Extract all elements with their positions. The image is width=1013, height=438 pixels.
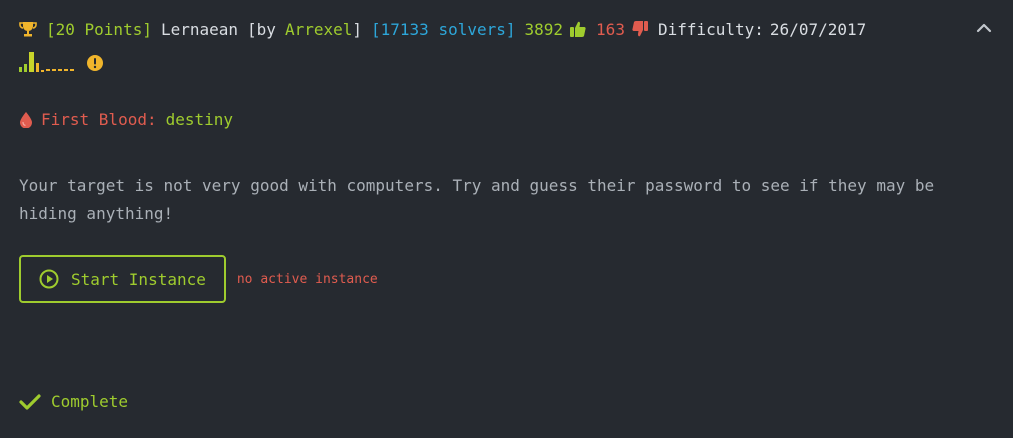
challenge-description: Your target is not very good with comput… bbox=[19, 176, 935, 223]
first-blood: First Blood: destiny bbox=[19, 110, 233, 129]
complete-label: Complete bbox=[51, 392, 129, 411]
difficulty-bar bbox=[19, 67, 22, 72]
exclamation-circle-icon[interactable] bbox=[87, 55, 103, 71]
chevron-up-icon[interactable] bbox=[974, 18, 994, 38]
thumbs-down-icon[interactable] bbox=[631, 20, 649, 38]
first-blood-user[interactable]: destiny bbox=[166, 110, 233, 129]
blood-drop-icon bbox=[19, 111, 33, 128]
difficulty-chart bbox=[19, 48, 103, 72]
completion-status: Complete bbox=[19, 392, 128, 411]
trophy-icon bbox=[19, 20, 37, 38]
challenge-header: [20 Points] Lernaean [by Arrexel ] [1713… bbox=[19, 16, 866, 42]
difficulty-bar bbox=[41, 70, 44, 72]
difficulty-empty-slot bbox=[52, 69, 56, 71]
check-icon bbox=[19, 393, 41, 411]
likes-count: 3892 bbox=[524, 19, 564, 39]
release-date: 26/07/2017 bbox=[769, 19, 867, 39]
start-instance-label: Start Instance bbox=[71, 269, 206, 289]
difficulty-bar bbox=[36, 63, 39, 72]
play-circle-icon bbox=[39, 269, 59, 289]
points-value: [20 Points] bbox=[46, 19, 152, 39]
difficulty-empty-slot bbox=[64, 69, 68, 71]
difficulty-bar bbox=[29, 52, 34, 72]
solvers-count: [17133 solvers] bbox=[371, 19, 516, 39]
instance-status: no active instance bbox=[236, 271, 378, 287]
thumbs-up-icon[interactable] bbox=[569, 20, 587, 38]
start-instance-button[interactable]: Start Instance bbox=[19, 255, 226, 303]
difficulty-empty-slot bbox=[58, 69, 62, 71]
difficulty-empty-slot bbox=[70, 69, 74, 71]
difficulty-bar bbox=[24, 64, 27, 72]
by-prefix: [by bbox=[247, 19, 276, 39]
author-link[interactable]: Arrexel bbox=[285, 20, 352, 39]
difficulty-label: Difficulty: bbox=[657, 19, 764, 39]
challenge-title: Lernaean bbox=[160, 19, 239, 39]
by-suffix: ] bbox=[352, 19, 363, 39]
instance-controls: Start Instance no active instance bbox=[19, 255, 378, 303]
first-blood-label: First Blood: bbox=[41, 110, 157, 129]
dislikes-count: 163 bbox=[596, 19, 625, 39]
difficulty-empty-slot bbox=[46, 69, 50, 71]
